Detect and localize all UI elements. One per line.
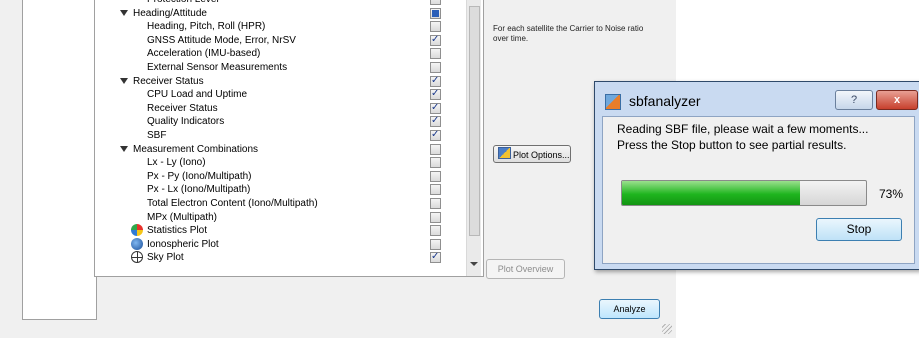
- tree-row-label: Protection Level: [147, 0, 219, 6]
- tree-row-label: SBF: [147, 130, 167, 141]
- tree-row-checkbox[interactable]: [430, 87, 441, 101]
- tree-row[interactable]: Acceleration (IMU-based): [95, 47, 483, 60]
- tree-row-label: Quality Indicators: [147, 116, 225, 128]
- tree-row-label: GNSS Attitude Mode, Error, NrSV: [147, 34, 296, 46]
- tree-row[interactable]: Sky Plot: [95, 250, 483, 264]
- dialog-title: sbfanalyzer: [629, 93, 701, 109]
- tree-row[interactable]: Quality Indicators: [95, 114, 483, 128]
- crosshair-icon: [131, 251, 143, 264]
- tree-row[interactable]: Statistics Plot: [95, 224, 483, 237]
- tree-row-label: External Sensor Measurements: [147, 62, 288, 73]
- tree-row-label: MPx (Multipath): [147, 211, 218, 223]
- tree-row-label: Ionospheric Plot: [147, 238, 219, 250]
- dialog-body: Reading SBF file, please wait a few mome…: [602, 116, 915, 264]
- tree-row-label: Measurement Combinations: [133, 143, 259, 155]
- tree-row[interactable]: CPU Load and Uptime: [95, 87, 483, 101]
- message-line-1: Reading SBF file, please wait a few mome…: [617, 122, 869, 136]
- tree-row[interactable]: Total Electron Content (Iono/Multipath): [95, 197, 483, 210]
- tree-row-checkbox[interactable]: [430, 184, 441, 196]
- main-window: Protection LevelHeading/Attitude Heading,…: [0, 0, 676, 338]
- tree-row-checkbox[interactable]: [430, 238, 441, 250]
- tree-row[interactable]: Heading/Attitude: [95, 7, 483, 20]
- tree-row-checkbox[interactable]: [430, 157, 441, 169]
- plot-options-label: Plot Options...: [513, 150, 570, 160]
- tree-row[interactable]: MPx (Multipath): [95, 211, 483, 224]
- tree-row-label: Receiver Status: [133, 75, 204, 87]
- plot-overview-button[interactable]: Plot Overview: [486, 259, 565, 279]
- tree-row-label: Px - Py (Iono/Multipath): [147, 170, 252, 182]
- tree-row-checkbox[interactable]: [430, 74, 441, 87]
- tree-row-checkbox[interactable]: [430, 0, 441, 5]
- tree-row-checkbox[interactable]: [430, 225, 441, 237]
- scroll-down-arrow-icon[interactable]: [470, 262, 478, 266]
- tree-row-checkbox[interactable]: [430, 114, 441, 128]
- tree-row[interactable]: External Sensor Measurements: [95, 61, 483, 74]
- plot-description: For each satellite the Carrier to Noise …: [493, 24, 644, 43]
- file-list-pane[interactable]: [22, 0, 97, 320]
- progress-percent: 73%: [879, 187, 904, 201]
- tree-row-checkbox[interactable]: [430, 211, 441, 223]
- tree-row[interactable]: Lx - Ly (Iono): [95, 156, 483, 169]
- tree-row[interactable]: Px - Lx (Iono/Multipath): [95, 183, 483, 196]
- tree-row[interactable]: Measurement Combinations: [95, 143, 483, 156]
- tree-row-label: Px - Lx (Iono/Multipath): [147, 184, 251, 196]
- tree-row-label: Heading, Pitch, Roll (HPR): [147, 21, 266, 33]
- plot-selection-tree[interactable]: Protection LevelHeading/Attitude Heading,…: [94, 0, 484, 277]
- resize-grip-icon[interactable]: [662, 324, 672, 334]
- tree-row-checkbox[interactable]: [430, 128, 441, 141]
- progress-dialog: sbfanalyzer ? x Reading SBF file, please…: [594, 81, 919, 270]
- tree-row-checkbox[interactable]: [430, 48, 441, 60]
- plot-options-button[interactable]: Plot Options...: [493, 145, 571, 163]
- tree-row[interactable]: Receiver Status: [95, 74, 483, 88]
- tree-row-checkbox[interactable]: [430, 101, 441, 114]
- stop-button[interactable]: Stop: [816, 218, 902, 241]
- pie-chart-icon: [131, 224, 143, 237]
- tree-row-label: Total Electron Content (Iono/Multipath): [147, 198, 318, 209]
- tree-row[interactable]: SBF: [95, 128, 483, 142]
- help-button[interactable]: ?: [835, 90, 873, 110]
- tree-row-label: Sky Plot: [147, 252, 184, 264]
- globe-icon: [131, 237, 143, 250]
- analyze-label: Analyze: [613, 304, 646, 314]
- tree-row-checkbox[interactable]: [430, 250, 441, 264]
- tree-row-label: CPU Load and Uptime: [147, 89, 248, 101]
- expand-arrow-icon[interactable]: [120, 9, 128, 16]
- message-line-2: Press the Stop button to see partial res…: [617, 138, 847, 152]
- tree-row-label: Lx - Ly (Iono): [147, 157, 206, 169]
- tree-row-checkbox[interactable]: [430, 198, 441, 209]
- tree-row-label: Heading/Attitude: [133, 7, 207, 19]
- progress-bar: [621, 180, 867, 206]
- analyze-button[interactable]: Analyze: [599, 299, 660, 319]
- tree-row[interactable]: Px - Py (Iono/Multipath): [95, 170, 483, 183]
- app-icon: [605, 94, 621, 110]
- plot-options-icon: [498, 147, 511, 159]
- plot-overview-label: Plot Overview: [497, 264, 554, 274]
- tree-row-label: Receiver Status: [147, 102, 218, 114]
- tree-row-checkbox[interactable]: [430, 62, 441, 73]
- tree-row[interactable]: GNSS Attitude Mode, Error, NrSV: [95, 33, 483, 47]
- dialog-titlebar[interactable]: sbfanalyzer ? x: [595, 82, 919, 116]
- tree-row[interactable]: Heading, Pitch, Roll (HPR): [95, 20, 483, 33]
- tree-row-checkbox[interactable]: [430, 7, 441, 19]
- tree-row-label: Statistics Plot: [147, 225, 208, 237]
- tree-row[interactable]: Receiver Status: [95, 101, 483, 115]
- dialog-message: Reading SBF file, please wait a few mome…: [617, 121, 907, 153]
- close-button[interactable]: x: [876, 90, 918, 110]
- scrollbar-thumb[interactable]: [469, 6, 480, 236]
- tree-scrollbar[interactable]: [466, 0, 481, 276]
- tree-row[interactable]: Ionospheric Plot: [95, 237, 483, 251]
- expand-arrow-icon[interactable]: [120, 77, 128, 84]
- tree-row-label: Acceleration (IMU-based): [147, 48, 261, 60]
- tree-row[interactable]: Protection Level: [95, 0, 483, 6]
- tree-row-checkbox[interactable]: [430, 170, 441, 182]
- tree-row-checkbox[interactable]: [430, 21, 441, 33]
- expand-arrow-icon[interactable]: [120, 145, 128, 152]
- progress-bar-fill: [622, 181, 801, 205]
- tree-row-checkbox[interactable]: [430, 33, 441, 46]
- tree-row-checkbox[interactable]: [430, 143, 441, 155]
